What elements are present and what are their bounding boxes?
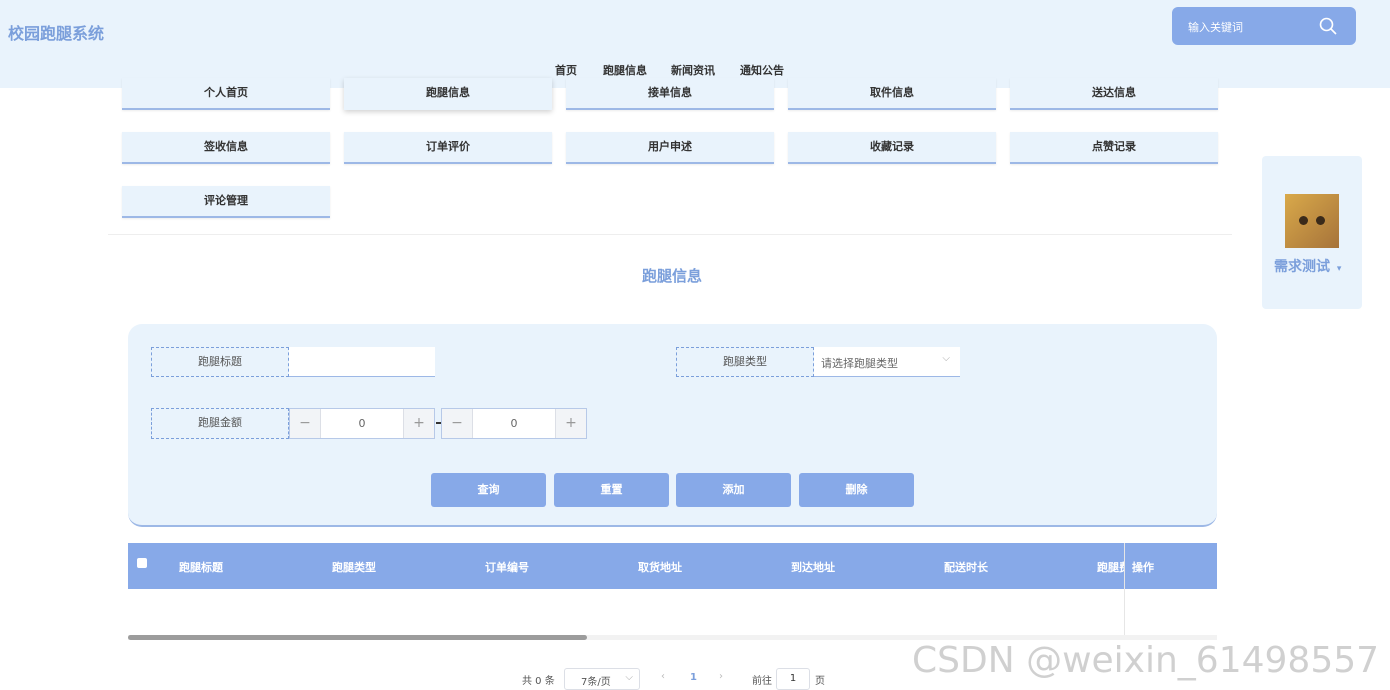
col-delivery-duration[interactable]: 配送时长: [944, 559, 988, 575]
avatar-eye-left: [1299, 216, 1308, 225]
col-order-no[interactable]: 订单编号: [485, 559, 529, 575]
col-pickup-address[interactable]: 取货地址: [638, 559, 682, 575]
goto-label: 前往: [752, 676, 772, 687]
nav-notices[interactable]: 通知公告: [740, 62, 784, 78]
col-arrival-address[interactable]: 到达地址: [791, 559, 835, 575]
search-input[interactable]: 输入关键词: [1188, 19, 1243, 35]
nav-news[interactable]: 新闻资讯: [671, 62, 715, 78]
amount-label: 跑腿金额: [151, 408, 289, 439]
user-card: 需求测试 ▾: [1262, 156, 1362, 309]
tile-comment-mgmt[interactable]: 评论管理: [122, 186, 330, 218]
plus-icon[interactable]: +: [403, 409, 434, 438]
nav-errand-info[interactable]: 跑腿信息: [603, 62, 647, 78]
plus-icon[interactable]: +: [555, 409, 586, 438]
tile-user-complaint[interactable]: 用户申述: [566, 132, 774, 164]
reset-button[interactable]: 重置: [554, 473, 669, 507]
col-type[interactable]: 跑腿类型: [332, 559, 376, 575]
title-label: 跑腿标题: [151, 347, 289, 377]
goto-page-input[interactable]: 1: [776, 668, 810, 690]
tile-sign-info[interactable]: 签收信息: [122, 132, 330, 164]
tile-accept-orders[interactable]: 接单信息: [566, 78, 774, 110]
top-header: 校园跑腿系统 输入关键词 首页 跑腿信息 新闻资讯 通知公告: [0, 0, 1390, 88]
amount-max-value[interactable]: 0: [473, 409, 555, 438]
horizontal-scrollbar[interactable]: [128, 635, 587, 640]
total-count: 共 0 条: [522, 676, 555, 687]
col-errand-fee[interactable]: 跑腿费: [1097, 559, 1124, 575]
tile-order-review[interactable]: 订单评价: [344, 132, 552, 164]
type-select[interactable]: 请选择跑腿类型 ⌵: [814, 347, 960, 377]
search-box[interactable]: 输入关键词: [1172, 7, 1356, 45]
watermark: CSDN @weixin_61498557: [912, 640, 1380, 681]
minus-icon[interactable]: −: [290, 409, 321, 438]
search-icon[interactable]: [1318, 16, 1338, 36]
type-select-placeholder: 请选择跑腿类型: [821, 357, 898, 370]
divider: [108, 234, 1232, 235]
type-label: 跑腿类型: [676, 347, 814, 377]
avatar[interactable]: [1285, 194, 1339, 248]
page-title: 跑腿信息: [641, 267, 702, 285]
next-page-icon[interactable]: ›: [719, 671, 723, 682]
prev-page-icon[interactable]: ‹: [661, 671, 665, 682]
site-logo[interactable]: 校园跑腿系统: [8, 20, 104, 44]
fixed-column-edge: [1124, 543, 1125, 639]
add-button[interactable]: 添加: [676, 473, 791, 507]
col-operation[interactable]: 操作: [1132, 559, 1154, 575]
tile-favorites[interactable]: 收藏记录: [788, 132, 996, 164]
amount-max-stepper[interactable]: − 0 +: [441, 408, 587, 439]
minus-icon[interactable]: −: [442, 409, 473, 438]
page-suffix: 页: [815, 676, 825, 687]
avatar-eye-right: [1316, 216, 1325, 225]
amount-min-value[interactable]: 0: [321, 409, 403, 438]
search-button[interactable]: 查询: [431, 473, 546, 507]
nav-home[interactable]: 首页: [555, 62, 577, 78]
tile-delivery-info[interactable]: 送达信息: [1010, 78, 1218, 110]
delete-button[interactable]: 删除: [799, 473, 914, 507]
tile-personal-home[interactable]: 个人首页: [122, 78, 330, 110]
table-header: 跑腿标题 跑腿类型 订单编号 取货地址 到达地址 配送时长 跑腿费 操作: [128, 543, 1217, 589]
select-all-checkbox[interactable]: [137, 558, 147, 568]
page-number-current[interactable]: 1: [690, 672, 697, 683]
amount-min-stepper[interactable]: − 0 +: [289, 408, 435, 439]
tile-pickup-info[interactable]: 取件信息: [788, 78, 996, 110]
tile-likes[interactable]: 点赞记录: [1010, 132, 1218, 164]
col-title[interactable]: 跑腿标题: [179, 559, 223, 575]
chevron-down-icon: ⌵: [625, 672, 633, 683]
chevron-down-icon: ⌵: [942, 353, 950, 364]
title-input[interactable]: [289, 347, 435, 377]
page-size-value: 7条/页: [581, 677, 611, 688]
page-size-select[interactable]: 7条/页 ⌵: [564, 668, 640, 690]
tile-errand-info[interactable]: 跑腿信息: [344, 78, 552, 110]
